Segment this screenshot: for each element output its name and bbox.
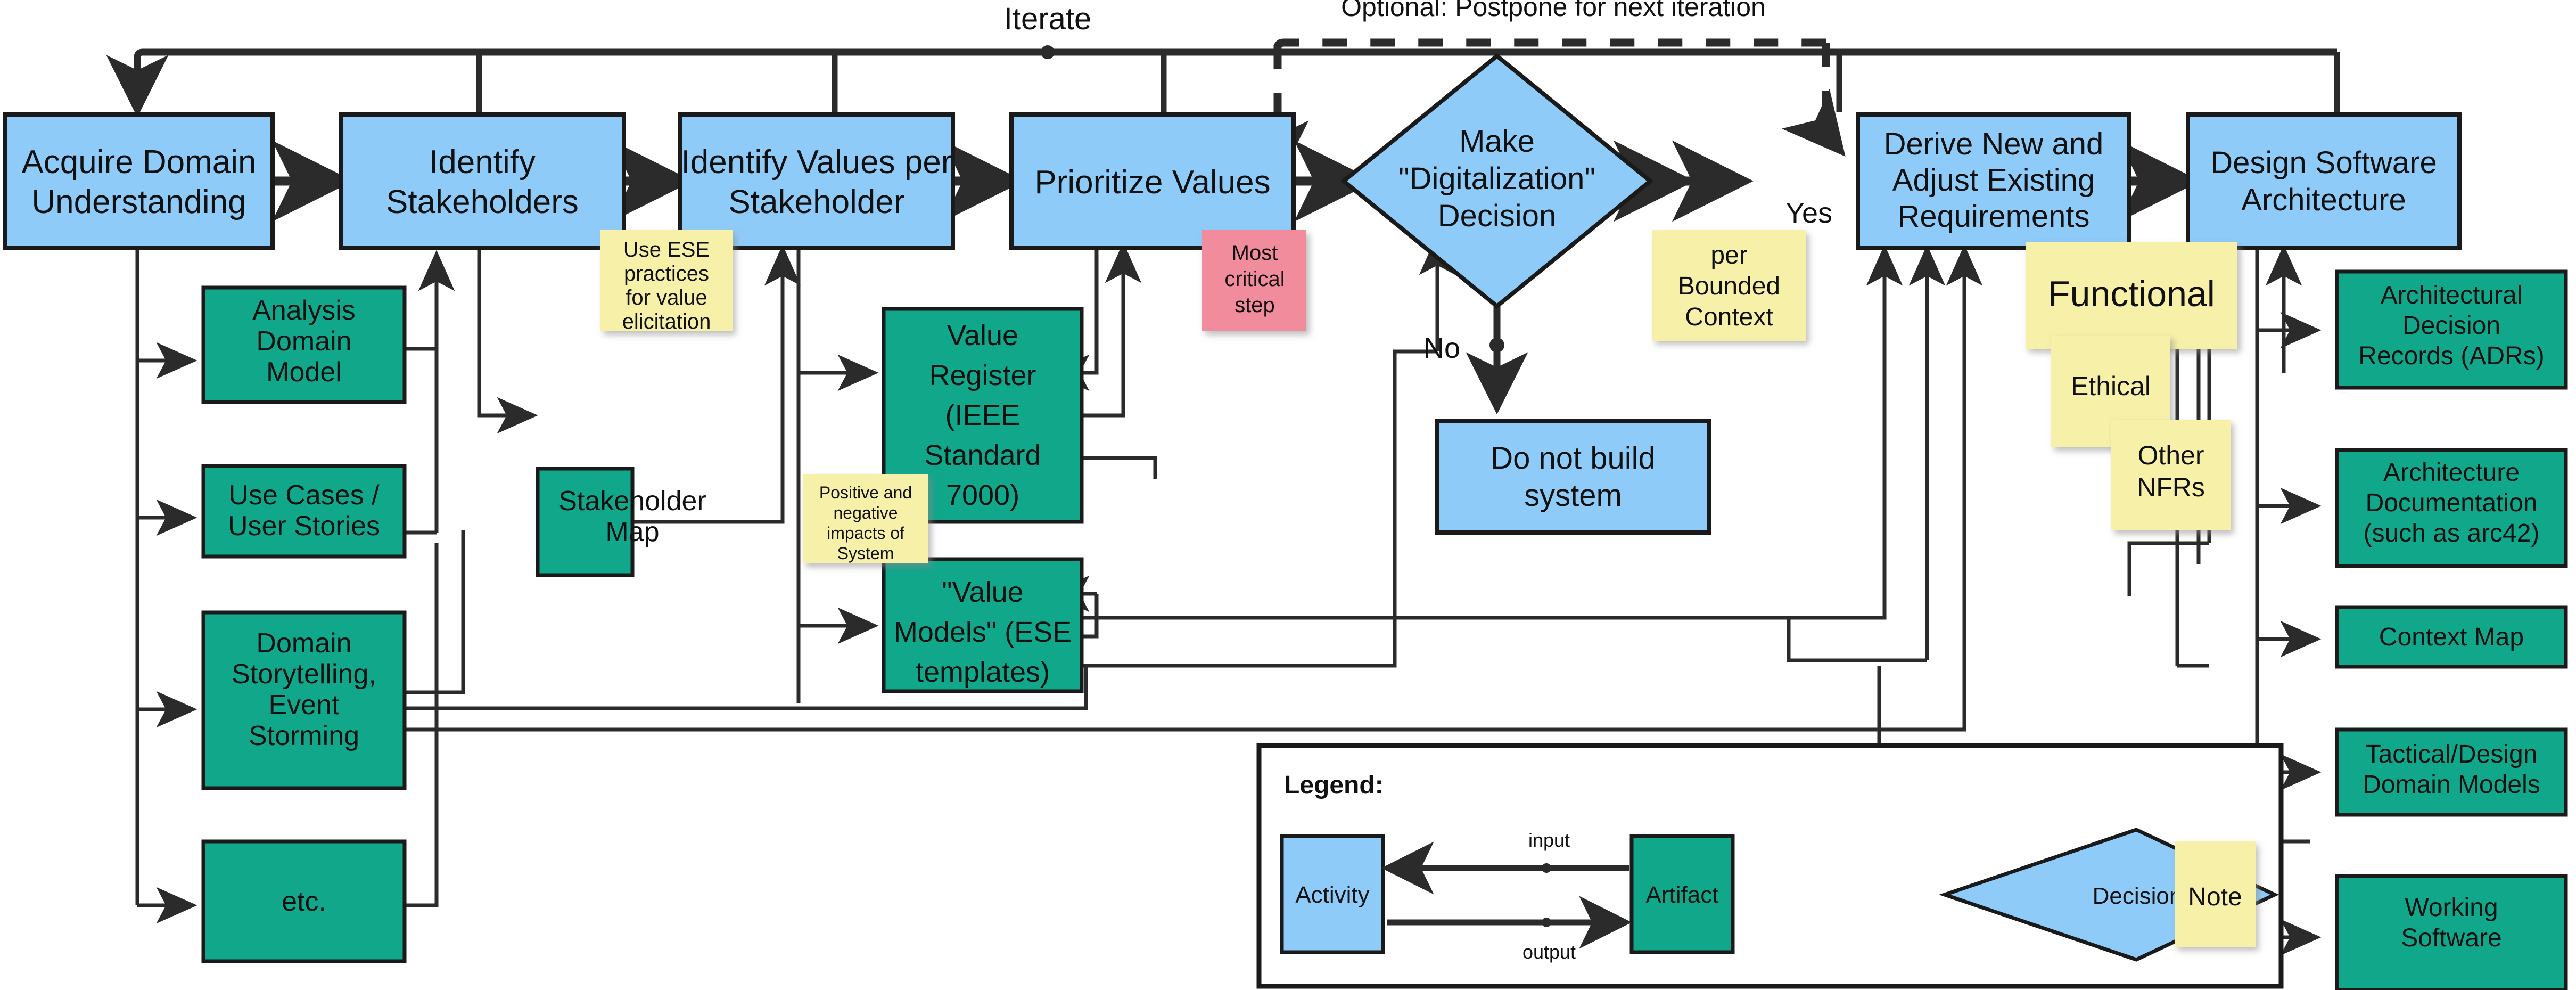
- note-use-ese-line-2: for value: [626, 286, 707, 309]
- artifact-storytelling-line-3: Storming: [249, 721, 359, 751]
- iterate-junction-dot: [1041, 45, 1055, 59]
- artifact-adr-line-0: Architectural: [2381, 281, 2523, 309]
- activity-derive-line-1: Adjust Existing: [1892, 163, 2095, 198]
- activity-derive-line-2: Requirements: [1897, 199, 2089, 234]
- artifacts-right-group: Architectural Decision Records (ADRs) Ar…: [2335, 269, 2568, 990]
- note-impacts-line-1: negative: [834, 503, 898, 522]
- artifact-stakeholder-map-line-0: Stakeholder: [558, 486, 706, 517]
- artifact-adr-line-2: Records (ADRs): [2358, 342, 2544, 370]
- legend-output-dot: [1542, 918, 1551, 927]
- note-critical-line-1: critical: [1224, 267, 1285, 291]
- activity-prioritize-line-0: Prioritize Values: [1034, 164, 1270, 201]
- activity-acquire-line-1: Understanding: [31, 184, 246, 220]
- activity-design-software-architecture[interactable]: [2186, 112, 2462, 250]
- note-use-ese-line-3: elicitation: [622, 310, 711, 333]
- note-bounded-line-1: Bounded: [1678, 272, 1780, 300]
- note-nfrs-line-0: Other: [2137, 440, 2204, 470]
- artifact-analysis-domain-model-line-1: Domain: [256, 326, 351, 357]
- artifact-analysis-domain-model-line-0: Analysis: [252, 295, 356, 326]
- note-use-ese-line-0: Use ESE: [623, 238, 710, 261]
- activity-derive-line-0: Derive New and: [1884, 127, 2104, 161]
- note-bounded-line-0: per: [1710, 241, 1747, 269]
- artifact-use-cases-line-1: User Stories: [228, 511, 380, 542]
- artifact-wsw-line-0: Working: [2405, 894, 2498, 922]
- artifact-adr-line-1: Decision: [2402, 312, 2500, 340]
- legend-note-label: Note: [2188, 883, 2242, 911]
- note-use-ese-line-1: practices: [624, 262, 709, 285]
- flow-diagram: Analysis Domain Model Use Cases / User S…: [0, 0, 2576, 990]
- note-ethical-line-0: Ethical: [2071, 371, 2151, 401]
- note-functional-line-0: Functional: [2048, 274, 2215, 314]
- activity-do-not-build-system[interactable]: [1435, 419, 1711, 535]
- artifact-use-cases-line-0: Use Cases /: [228, 480, 380, 511]
- legend-decision-label: Decision: [2093, 883, 2183, 909]
- artifact-adoc-line-0: Architecture: [2383, 459, 2520, 487]
- artifact-value-register-line-2: (IEEE: [945, 399, 1020, 431]
- activity-identify-stakeholders[interactable]: [339, 112, 626, 250]
- decision-line-2: Decision: [1438, 199, 1556, 233]
- note-impacts-line-0: Positive and: [819, 483, 912, 502]
- decision-line-0: Make: [1459, 124, 1535, 159]
- activity-acquire-line-0: Acquire Domain: [21, 144, 256, 181]
- activity-dontbuild-line-0: Do not build: [1491, 441, 1656, 476]
- label-no: No: [1423, 332, 1460, 364]
- artifact-tdm-line-0: Tactical/Design: [2366, 740, 2538, 768]
- artifact-value-models-line-0: "Value: [942, 576, 1023, 608]
- note-impacts-line-3: System: [837, 544, 894, 563]
- artifact-value-models-line-1: Models" (ESE: [894, 616, 1072, 648]
- label-yes: Yes: [1785, 197, 1832, 229]
- note-critical-line-0: Most: [1232, 241, 1278, 265]
- artifact-storytelling-line-2: Event: [269, 690, 340, 721]
- artifact-context-map-line-0: Context Map: [2379, 623, 2524, 651]
- label-iterate: Iterate: [1004, 2, 1091, 36]
- activity-stakeholders-line-0: Identify: [429, 144, 536, 181]
- decision-line-1: "Digitalization": [1398, 161, 1595, 196]
- no-branch-dot: [1489, 338, 1504, 353]
- legend-output-label: output: [1522, 941, 1576, 963]
- artifact-analysis-domain-model-line-2: Model: [266, 357, 342, 388]
- diagram-canvas: Analysis Domain Model Use Cases / User S…: [0, 0, 2576, 990]
- activity-values-line-0: Identify Values per: [681, 144, 952, 181]
- artifact-wsw-line-1: Software: [2401, 924, 2501, 952]
- artifact-value-register-line-0: Value: [947, 320, 1018, 351]
- artifact-value-register-line-4: 7000): [946, 479, 1019, 511]
- activity-dontbuild-line-1: system: [1524, 478, 1622, 513]
- activity-stakeholders-line-1: Stakeholders: [386, 184, 579, 220]
- legend-group: Legend: Activity Artifact input output D…: [1256, 743, 2284, 989]
- legend-activity-label: Activity: [1295, 882, 1369, 908]
- artifact-storytelling-line-1: Storytelling,: [232, 659, 376, 690]
- legend-input-label: input: [1528, 829, 1570, 851]
- legend-title: Legend:: [1284, 771, 1384, 799]
- artifact-value-register-line-1: Register: [929, 359, 1036, 391]
- artifact-value-register-line-3: Standard: [924, 439, 1041, 471]
- activity-design-line-1: Architecture: [2241, 183, 2406, 217]
- legend-input-dot: [1542, 863, 1551, 873]
- artifact-tdm-line-1: Domain Models: [2363, 771, 2540, 799]
- artifact-value-models-line-2: templates): [916, 656, 1050, 688]
- note-critical-line-2: step: [1234, 293, 1275, 317]
- note-bounded-line-2: Context: [1685, 303, 1773, 331]
- activity-identify-values-per-stakeholder[interactable]: [678, 112, 955, 250]
- activity-design-line-0: Design Software: [2210, 145, 2437, 180]
- label-optional-postpone: Optional: Postpone for next iteration: [1341, 0, 1766, 22]
- activity-acquire-domain-understanding[interactable]: [3, 112, 275, 250]
- artifact-storytelling-line-0: Domain: [256, 628, 351, 659]
- artifact-adoc-line-2: (such as arc42): [2364, 519, 2540, 547]
- note-nfrs-line-1: NFRs: [2137, 472, 2205, 502]
- activity-values-line-1: Stakeholder: [729, 184, 905, 220]
- artifact-stakeholder-map-line-1: Map: [605, 517, 659, 547]
- note-impacts-line-2: impacts of: [827, 523, 904, 543]
- artifact-etc-line-0: etc.: [282, 886, 326, 917]
- artifact-adoc-line-1: Documentation: [2366, 489, 2538, 517]
- legend-artifact-label: Artifact: [1646, 882, 1719, 908]
